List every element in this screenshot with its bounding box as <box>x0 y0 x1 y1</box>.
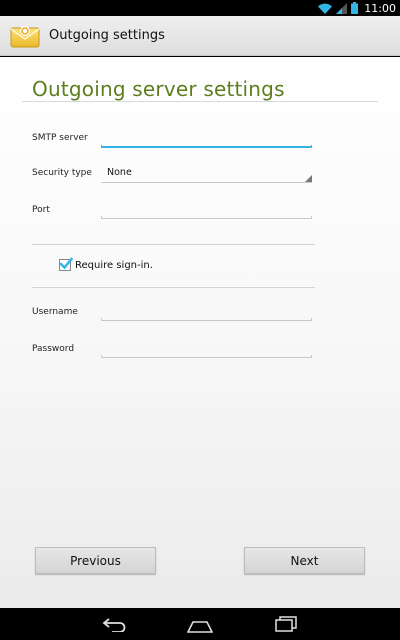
field-edge <box>101 355 102 358</box>
field-edge <box>311 355 312 358</box>
home-icon[interactable] <box>186 618 214 637</box>
field-edge <box>311 216 312 219</box>
section-divider <box>32 287 315 288</box>
require-signin-checkbox[interactable] <box>59 257 73 271</box>
require-signin-row[interactable]: Require sign-in. <box>59 257 153 271</box>
status-bar: 11:00 <box>0 0 400 16</box>
username-input[interactable] <box>101 307 312 321</box>
checkmark-icon <box>59 257 73 270</box>
wifi-icon <box>318 3 333 14</box>
email-app-icon[interactable] <box>9 22 41 50</box>
field-edge <box>101 318 102 321</box>
battery-icon <box>351 2 359 14</box>
back-icon[interactable] <box>102 616 128 636</box>
navigation-bar <box>0 608 400 640</box>
signal-icon <box>336 2 348 14</box>
next-button[interactable]: Next <box>244 547 365 574</box>
dropdown-arrow-icon <box>305 175 312 182</box>
previous-button[interactable]: Previous <box>35 547 156 574</box>
password-label: Password <box>32 344 75 354</box>
field-edge <box>311 145 312 148</box>
security-type-dropdown[interactable]: None <box>101 167 312 183</box>
action-bar: Outgoing settings <box>0 16 400 56</box>
field-edge <box>101 145 102 148</box>
recent-apps-icon[interactable] <box>274 616 298 636</box>
security-type-value: None <box>107 167 132 178</box>
field-edge <box>101 216 102 219</box>
action-bar-title: Outgoing settings <box>49 28 165 43</box>
title-divider <box>22 101 378 102</box>
port-label: Port <box>32 205 50 215</box>
port-input[interactable] <box>101 205 312 219</box>
field-edge <box>311 318 312 321</box>
smtp-server-input[interactable] <box>101 134 312 148</box>
require-signin-label: Require sign-in. <box>75 259 153 271</box>
username-label: Username <box>32 307 78 317</box>
section-divider <box>32 244 315 245</box>
smtp-server-label: SMTP server <box>32 133 88 143</box>
page-title: Outgoing server settings <box>32 77 285 101</box>
settings-form: Outgoing server settings SMTP server Sec… <box>0 57 400 608</box>
password-input[interactable] <box>101 344 312 358</box>
security-type-label: Security type <box>32 168 92 178</box>
clock-time: 11:00 <box>364 1 396 15</box>
